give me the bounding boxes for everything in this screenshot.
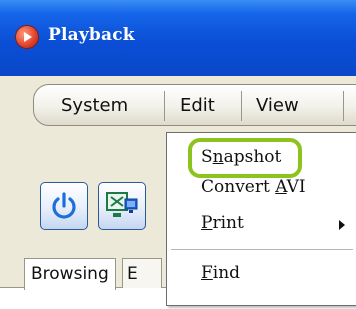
tab-e[interactable]: E [122, 258, 162, 289]
menu-item-text: VI [286, 177, 306, 197]
power-button[interactable] [40, 182, 88, 230]
menu-system[interactable]: System [61, 94, 128, 118]
menu-item-find[interactable]: Find [201, 259, 240, 287]
menu-item-print[interactable]: Print [201, 209, 244, 237]
menu-item-text: Convert [201, 177, 276, 197]
tab-browsing[interactable]: Browsing [24, 258, 116, 290]
playback-window: Playback System Edit View Browsing E Sna… [0, 0, 356, 309]
power-icon [52, 192, 76, 219]
accelerator-key: F [201, 263, 213, 283]
window-title: Playback [48, 25, 135, 45]
submenu-arrow-icon [339, 220, 345, 230]
accelerator-key: A [275, 177, 287, 197]
play-triangle-icon [24, 32, 32, 42]
playback-app-icon [16, 26, 38, 48]
highlight-callout [188, 138, 302, 178]
monitor-grid-icon [106, 192, 138, 217]
menu-separator [241, 91, 242, 121]
menu-item-text: rint [212, 213, 244, 233]
menu-separator [343, 91, 344, 121]
remote-view-button[interactable] [98, 182, 146, 230]
menu-edit[interactable]: Edit [180, 94, 215, 118]
menu-separator [171, 249, 353, 250]
title-bar[interactable]: Playback [0, 0, 356, 76]
accelerator-key: P [201, 213, 213, 233]
menu-item-text: ind [212, 263, 241, 283]
menu-view[interactable]: View [256, 94, 299, 118]
menu-separator [164, 91, 165, 121]
